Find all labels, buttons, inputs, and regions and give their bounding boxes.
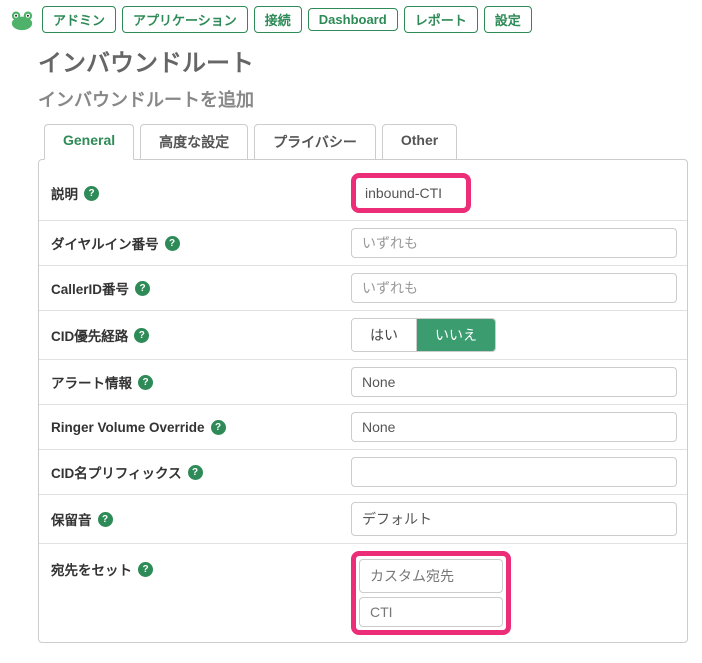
nav-applications[interactable]: アプリケーション — [122, 6, 248, 33]
app-logo-frog-icon — [8, 8, 36, 32]
input-callerid[interactable] — [351, 273, 677, 303]
nav-reports[interactable]: レポート — [404, 6, 478, 33]
tab-general[interactable]: General — [44, 124, 134, 160]
input-description[interactable] — [357, 179, 463, 207]
page-subtitle: インバウンドルートを追加 — [38, 86, 688, 112]
row-cid-priority: CID優先経路 ? はい いいえ — [39, 310, 687, 359]
label-callerid: CallerID番号 — [51, 278, 129, 298]
tabset: General 高度な設定 プライバシー Other — [38, 124, 688, 160]
input-cid-prefix[interactable] — [351, 457, 677, 487]
tab-advanced[interactable]: 高度な設定 — [140, 124, 248, 160]
input-did[interactable] — [351, 228, 677, 258]
row-ringer-volume: Ringer Volume Override ? None — [39, 404, 687, 449]
tab-other[interactable]: Other — [382, 124, 457, 160]
select-alert-info[interactable]: None — [351, 367, 677, 397]
select-destination-category[interactable]: カスタム宛先 — [359, 559, 503, 593]
highlight-destination: カスタム宛先 CTI — [351, 551, 511, 635]
nav-connectivity[interactable]: 接続 — [254, 6, 302, 33]
row-callerid: CallerID番号 ? — [39, 265, 687, 310]
label-moh: 保留音 — [51, 509, 92, 529]
row-moh: 保留音 ? デフォルト — [39, 494, 687, 543]
select-moh[interactable]: デフォルト — [351, 502, 677, 536]
page-title: インバウンドルート — [38, 43, 688, 78]
row-did: ダイヤルイン番号 ? — [39, 220, 687, 265]
row-description: 説明 ? — [39, 166, 687, 220]
toggle-cid-priority: はい いいえ — [351, 318, 496, 352]
toggle-cid-priority-no[interactable]: いいえ — [417, 319, 495, 351]
nav-admin[interactable]: アドミン — [42, 6, 116, 33]
help-icon[interactable]: ? — [188, 465, 203, 480]
help-icon[interactable]: ? — [138, 375, 153, 390]
row-cid-prefix: CID名プリフィックス ? — [39, 449, 687, 494]
label-destination: 宛先をセット — [51, 559, 132, 579]
label-alert-info: アラート情報 — [51, 372, 132, 392]
top-navbar: アドミン アプリケーション 接続 Dashboard レポート 設定 — [0, 0, 702, 39]
nav-settings[interactable]: 設定 — [484, 6, 532, 33]
help-icon[interactable]: ? — [165, 236, 180, 251]
help-icon[interactable]: ? — [84, 186, 99, 201]
help-icon[interactable]: ? — [135, 281, 150, 296]
label-description: 説明 — [51, 183, 78, 203]
help-icon[interactable]: ? — [211, 420, 226, 435]
label-cid-priority: CID優先経路 — [51, 325, 128, 345]
row-destination: 宛先をセット ? カスタム宛先 CTI — [39, 543, 687, 642]
label-did: ダイヤルイン番号 — [51, 233, 159, 253]
help-icon[interactable]: ? — [138, 562, 153, 577]
help-icon[interactable]: ? — [98, 512, 113, 527]
form-panel: 説明 ? ダイヤルイン番号 ? CallerID番号 ? — [38, 159, 688, 643]
tab-privacy[interactable]: プライバシー — [254, 124, 376, 160]
nav-dashboard[interactable]: Dashboard — [308, 8, 398, 31]
row-alert-info: アラート情報 ? None — [39, 359, 687, 404]
highlight-description — [351, 173, 471, 213]
help-icon[interactable]: ? — [134, 328, 149, 343]
select-destination-target[interactable]: CTI — [359, 597, 503, 627]
toggle-cid-priority-yes[interactable]: はい — [352, 319, 417, 351]
select-ringer-volume[interactable]: None — [351, 412, 677, 442]
label-ringer-volume: Ringer Volume Override — [51, 420, 205, 435]
label-cid-prefix: CID名プリフィックス — [51, 462, 182, 482]
